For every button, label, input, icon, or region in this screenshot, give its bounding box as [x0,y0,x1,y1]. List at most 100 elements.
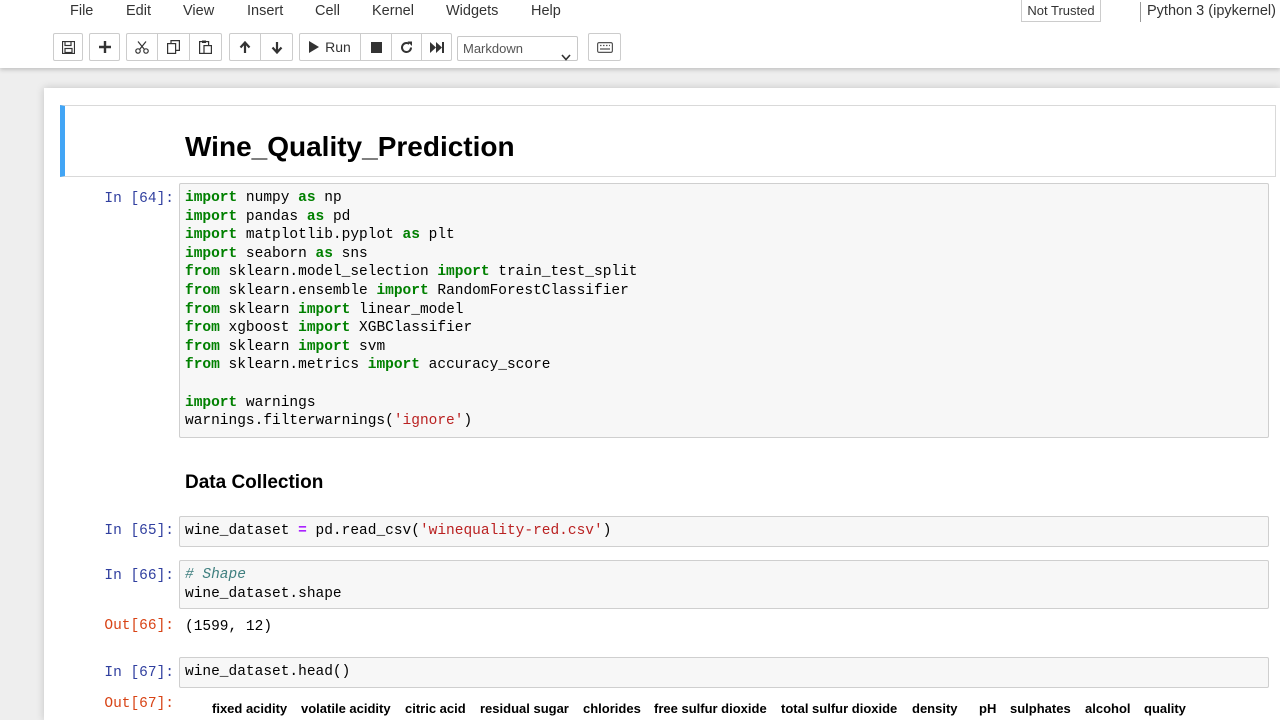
kernel-indicator[interactable]: Python 3 (ipykernel) [1147,3,1276,19]
run-button[interactable]: Run [299,33,361,61]
code-token: plt [419,227,455,244]
cell-type-value: Markdown [463,41,523,56]
code-token: sklearn [219,338,299,355]
code-editor[interactable]: wine_dataset = pd.read_csv('winequality-… [180,517,1268,546]
code-token: wine_dataset [185,523,299,539]
dataframe-column-header: chlorides [583,701,641,716]
keyboard-icon [596,41,613,53]
code-token: pd [324,208,351,225]
output-prompt: Out[66]: [104,618,174,634]
code-line: import numpy as np [185,189,1263,208]
code-keyword: import [185,208,238,225]
menu-view[interactable]: View [183,3,214,19]
code-cell-shape[interactable]: # Shape wine_dataset.shape [179,560,1269,609]
code-editor[interactable]: wine_dataset.head() [180,658,1268,687]
code-editor[interactable]: import numpy as np import pandas as pd imp… [180,184,1268,436]
code-token: pandas [237,208,307,225]
code-line: wine_dataset.head() [185,663,1263,682]
code-token: svm [350,338,386,355]
code-token: matplotlib.pyplot [237,227,403,244]
code-keyword: import [298,301,351,318]
code-token: ) [463,413,473,430]
restart-run-all-button[interactable] [422,33,452,61]
dataframe-column-header: volatile acidity [301,701,391,716]
dataframe-column-header: free sulfur dioxide [654,701,767,716]
code-line: import seaborn as sns [185,245,1263,264]
code-line: warnings.filterwarnings('ignore') [185,412,1263,431]
fast-forward-icon [429,41,444,53]
move-down-button[interactable] [261,33,293,61]
paste-button[interactable] [190,33,222,61]
code-cell-head[interactable]: wine_dataset.head() [179,657,1269,688]
code-comment: # Shape [185,567,246,583]
run-icon [309,41,320,53]
code-keyword: import [298,338,351,355]
code-keyword: import [185,190,238,206]
code-token: sklearn.ensemble [219,282,377,299]
code-cell-read-csv[interactable]: wine_dataset = pd.read_csv('winequality-… [179,516,1269,547]
code-token: XGBClassifier [350,320,473,337]
interrupt-button[interactable] [361,33,392,61]
code-keyword: import [367,357,420,374]
menu-kernel[interactable]: Kernel [372,3,414,19]
cut-icon [135,40,149,54]
code-token: xgboost [219,320,299,337]
markdown-cell-selected[interactable]: Wine_Quality_Prediction [60,105,1276,177]
code-keyword: as [402,227,420,244]
menu-file[interactable]: File [70,3,93,19]
code-keyword: import [185,394,238,411]
dataframe-column-header: quality [1144,701,1186,716]
menu-cell[interactable]: Cell [315,3,340,19]
input-prompt: In [67]: [104,665,174,681]
plus-icon [98,41,111,53]
code-token: wine_dataset.shape [185,585,342,602]
menu-help[interactable]: Help [531,3,561,19]
code-token: sklearn [219,301,299,318]
arrow-up-icon [239,40,251,54]
code-keyword: from [185,282,220,299]
code-editor[interactable]: # Shape wine_dataset.shape [180,561,1268,608]
command-palette-button[interactable] [588,33,621,61]
menu-insert[interactable]: Insert [247,3,283,19]
code-keyword: import [185,227,238,244]
cut-button[interactable] [126,33,158,61]
notebook-header: File Edit View Insert Cell Kernel Widget… [0,0,1280,68]
dataframe-column-header: density [912,701,958,716]
code-line: wine_dataset = pd.read_csv('winequality-… [185,522,1263,541]
restart-icon [400,41,413,54]
menu-edit[interactable]: Edit [126,3,151,19]
code-token: np [315,190,342,206]
cell-type-select[interactable]: Markdown [457,36,578,61]
copy-button[interactable] [158,33,190,61]
code-line: import pandas as pd [185,208,1263,227]
code-cell-imports[interactable]: import numpy as np import pandas as pd imp… [179,183,1269,438]
code-token: sns [332,245,368,262]
kernel-separator [1140,2,1141,22]
menu-widgets[interactable]: Widgets [446,3,498,19]
code-token: sklearn.metrics [219,357,368,374]
code-line: import warnings [185,394,1263,413]
notebook-container: Wine_Quality_Prediction In [64]: import … [44,88,1280,720]
dataframe-header-row: fixed acidity volatile acidity citric ac… [185,701,1186,719]
save-button[interactable] [53,33,83,61]
code-line: from sklearn import linear_model [185,301,1263,320]
code-keyword: as [315,245,333,262]
not-trusted-badge[interactable]: Not Trusted [1021,0,1101,22]
code-token: warnings [237,394,316,411]
code-line: # Shape [185,566,1263,585]
restart-button[interactable] [392,33,422,61]
shape-output: (1599, 12) [185,619,273,635]
move-up-button[interactable] [229,33,261,61]
code-line: from sklearn.model_selection import trai… [185,263,1263,282]
dataframe-column-header: alcohol [1085,701,1131,716]
code-line: wine_dataset.shape [185,585,1263,604]
code-line: import matplotlib.pyplot as plt [185,226,1263,245]
dataframe-column-header: sulphates [1010,701,1071,716]
code-keyword: import [376,282,429,299]
insert-cell-button[interactable] [89,33,120,61]
code-token: wine_dataset.head() [185,664,351,680]
code-token: numpy [237,190,299,206]
output-prompt: Out[67]: [104,696,174,712]
code-string: 'ignore' [393,413,464,430]
code-keyword: from [185,264,220,281]
